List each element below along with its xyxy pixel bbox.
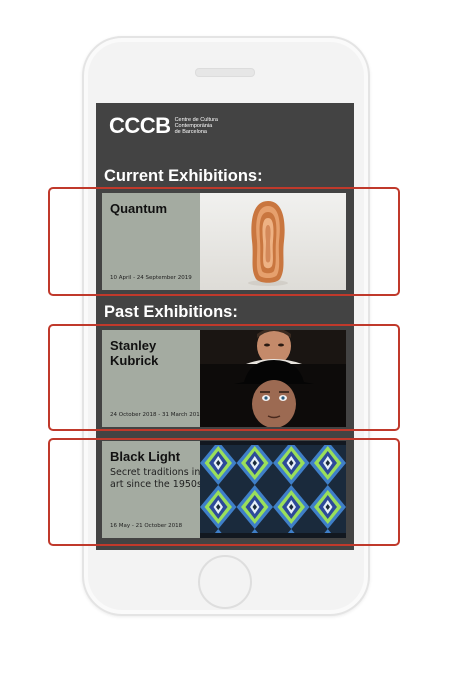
phone-earpiece	[195, 68, 255, 77]
logo-line: de Barcelona	[174, 129, 207, 135]
cccb-logo[interactable]: CCCB Centre de Cultura Contemporània de …	[109, 115, 218, 137]
logo-text: Centre de Cultura Contemporània de Barce…	[175, 117, 218, 135]
current-exhibitions-title: Current Exhibitions:	[104, 167, 263, 185]
home-button[interactable]	[198, 555, 252, 609]
highlight-box-kubrick	[48, 324, 400, 431]
logo-mark: CCCB	[109, 113, 171, 138]
past-exhibitions-title: Past Exhibitions:	[104, 303, 238, 321]
highlight-box-current	[48, 187, 400, 296]
highlight-box-black-light	[48, 438, 400, 546]
